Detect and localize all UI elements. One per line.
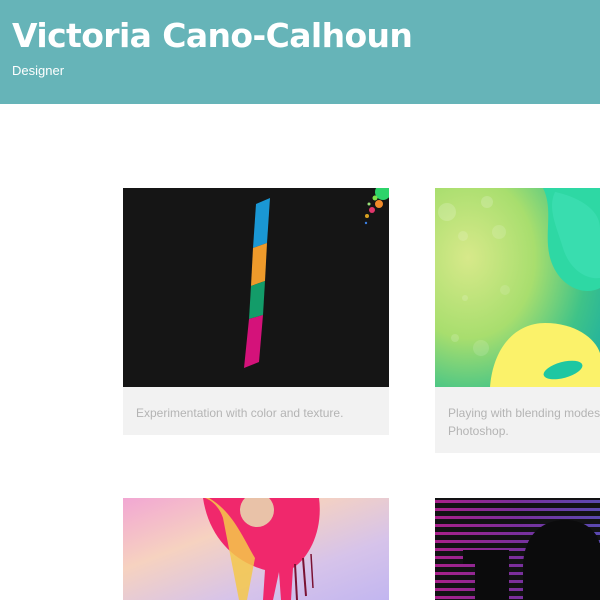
site-subtitle: Designer [12,63,65,78]
thumbnail-image [123,498,389,600]
portfolio-caption: Experimentation with color and texture. [136,406,344,420]
portfolio-caption: Playing with blending modes in Photoshop… [448,406,600,438]
portfolio-item-4[interactable] [435,498,600,600]
portfolio-item-3[interactable] [123,498,389,600]
thumbnail-image [435,188,600,387]
site-header: Victoria Cano-Calhoun Designer [0,0,600,104]
thumbnail-image [435,498,600,600]
caption-area: Playing with blending modes in Photoshop… [435,387,600,453]
site-title[interactable]: Victoria Cano-Calhoun [12,14,413,58]
caption-area: Experimentation with color and texture. [123,387,389,435]
portfolio-thumbnail[interactable] [435,498,600,600]
portfolio-item-color-texture[interactable]: Experimentation with color and texture. [123,188,389,435]
portfolio-thumbnail[interactable] [435,188,600,387]
portfolio-thumbnail[interactable] [123,498,389,600]
portfolio-item-blending-modes[interactable]: Playing with blending modes in Photoshop… [435,188,600,453]
portfolio-thumbnail[interactable] [123,188,389,387]
thumbnail-image [123,188,389,387]
